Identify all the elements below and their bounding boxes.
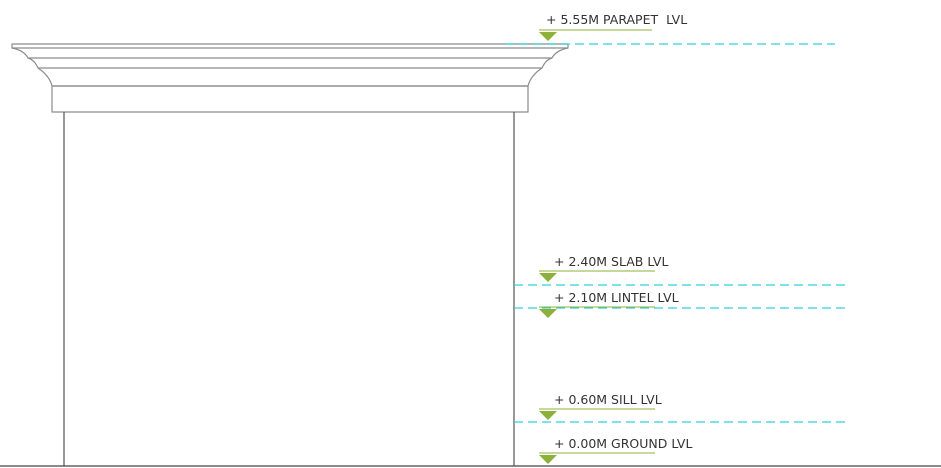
level-label-lintel: + 2.10M LINTEL LVL	[554, 290, 679, 305]
cornice	[11, 43, 569, 113]
cornice-top-band	[11, 43, 569, 49]
cornice-tier-3	[37, 67, 543, 87]
level-label-sill: + 0.60M SILL LVL	[554, 392, 662, 407]
level-ground: + 0.00M GROUND LVL	[539, 436, 692, 464]
level-marker-icon-ground	[539, 455, 557, 464]
cornice-tier-1	[11, 47, 569, 59]
elevation-svg: + 5.55M PARAPET LVL + 2.40M SLAB LVL + 2.1…	[0, 12, 941, 467]
level-sill: + 0.60M SILL LVL	[514, 392, 845, 423]
level-lintel: + 2.10M LINTEL LVL	[514, 290, 845, 318]
wall-outline	[63, 112, 515, 466]
cornice-tier-2	[27, 57, 553, 69]
level-label-ground: + 0.00M GROUND LVL	[554, 436, 692, 451]
level-slab: + 2.40M SLAB LVL	[514, 254, 845, 286]
level-marker-icon-sill	[539, 411, 557, 420]
level-marker-icon-lintel	[539, 309, 557, 318]
level-label-slab: + 2.40M SLAB LVL	[554, 254, 668, 269]
elevation-drawing: + 5.55M PARAPET LVL + 2.40M SLAB LVL + 2.1…	[0, 0, 941, 468]
level-parapet: + 5.55M PARAPET LVL	[505, 12, 835, 45]
level-marker-icon-slab	[539, 273, 557, 282]
level-label-parapet: + 5.55M PARAPET LVL	[546, 12, 687, 27]
level-marker-icon-parapet	[539, 32, 557, 41]
level-markers: + 5.55M PARAPET LVL + 2.40M SLAB LVL + 2.1…	[505, 12, 845, 464]
cornice-fascia	[51, 85, 529, 113]
